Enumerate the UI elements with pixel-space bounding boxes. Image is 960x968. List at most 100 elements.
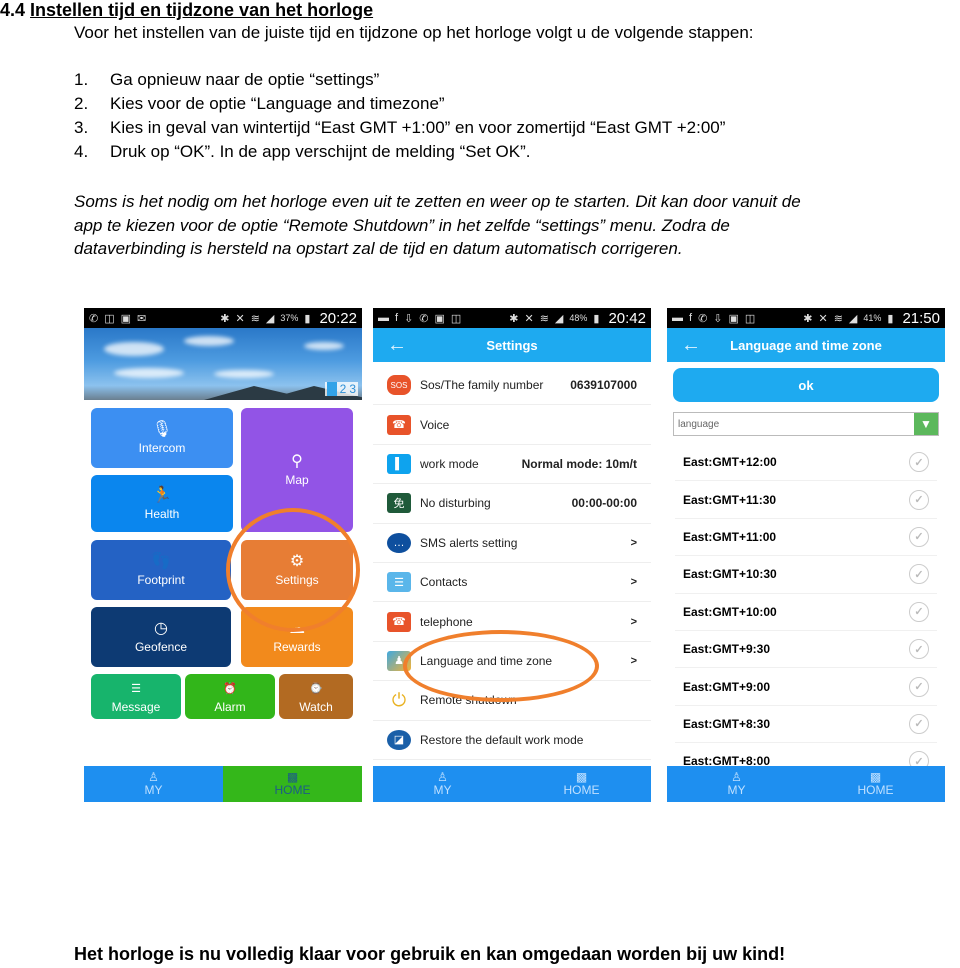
bottom-nav: ♙ MY ▩ HOME bbox=[373, 766, 651, 802]
camera-icon: ◫ bbox=[450, 312, 462, 325]
tile-message[interactable]: ☰ Message bbox=[91, 674, 181, 719]
home-icon: ▩ bbox=[869, 770, 882, 784]
whatsapp-icon: ✆ bbox=[698, 312, 708, 325]
section-number: 4.4 bbox=[0, 0, 26, 20]
step-item: 2. Kies voor de optie “Language and timez… bbox=[74, 94, 445, 113]
phone-screenshot-settings: ▬ f ⇩ ✆ ▣ ◫ ✱ ✕ ≋ ◢ 48% ▮ 20:42 ← Settings SOS Sos/T… bbox=[373, 308, 651, 802]
person-icon: ♙ bbox=[148, 770, 159, 784]
app-bar: ← Settings bbox=[373, 328, 651, 362]
alarm-clock-icon: ⏰ bbox=[223, 682, 237, 695]
voice-icon: ☎ bbox=[387, 414, 411, 435]
nav-my[interactable]: ♙ MY bbox=[373, 766, 512, 802]
timezone-option[interactable]: East:GMT+9:00 ✓ bbox=[675, 668, 937, 706]
runner-icon: 🏃 bbox=[152, 486, 172, 504]
settings-row-sos[interactable]: SOS Sos/The family number 0639107000 bbox=[373, 366, 651, 406]
tile-footprint[interactable]: 👣 Footprint bbox=[91, 540, 231, 600]
highlight-circle-language bbox=[403, 630, 599, 702]
check-circle-icon[interactable]: ✓ bbox=[909, 676, 929, 697]
check-circle-icon[interactable]: ✓ bbox=[909, 564, 929, 585]
chat-icon: ▬ bbox=[378, 311, 389, 324]
bluetooth-icon: ✱ bbox=[220, 312, 230, 325]
restore-icon: ◪ bbox=[387, 729, 411, 750]
phone-screenshot-language: ▬ f ✆ ⇩ ▣ ◫ ✱ ✕ ≋ ◢ 41% ▮ 21:50 ← Language and time… bbox=[667, 308, 945, 802]
dropdown-arrow-icon[interactable]: ▼ bbox=[914, 413, 938, 435]
watch-icon: ⌚ bbox=[309, 682, 323, 695]
back-arrow-icon[interactable]: ← bbox=[681, 334, 701, 357]
nav-home[interactable]: ▩ HOME bbox=[806, 766, 945, 802]
check-circle-icon[interactable]: ✓ bbox=[909, 601, 929, 622]
timezone-option[interactable]: East:GMT+9:30 ✓ bbox=[675, 631, 937, 669]
nav-home[interactable]: ▩ HOME bbox=[512, 766, 651, 802]
step-item: 4. Druk op “OK”. In de app verschijnt de … bbox=[74, 142, 531, 161]
gallery-icon: ▣ bbox=[120, 312, 132, 325]
bottom-nav: ♙ MY ▩ HOME bbox=[84, 766, 362, 802]
battery-icon: ▮ bbox=[887, 312, 894, 325]
power-icon: ⏻ bbox=[391, 689, 407, 710]
check-circle-icon[interactable]: ✓ bbox=[909, 489, 929, 510]
person-icon: ♙ bbox=[731, 770, 742, 784]
tile-health[interactable]: 🏃 Health bbox=[91, 475, 233, 532]
sos-icon: SOS bbox=[387, 375, 411, 396]
timezone-option[interactable]: East:GMT+11:30 ✓ bbox=[675, 481, 937, 519]
mute-icon: ✕ bbox=[818, 312, 828, 325]
settings-row-work-mode[interactable]: ▌ work mode Normal mode: 10m/t bbox=[373, 445, 651, 485]
bottom-nav: ♙ MY ▩ HOME bbox=[667, 766, 945, 802]
tile-geofence[interactable]: ◷ Geofence bbox=[91, 607, 231, 667]
settings-row-restore-default[interactable]: ◪ Restore the default work mode bbox=[373, 721, 651, 760]
check-circle-icon[interactable]: ✓ bbox=[909, 526, 929, 547]
settings-row-no-disturbing[interactable]: 免 No disturbing 00:00-00:00 bbox=[373, 484, 651, 524]
download-icon: ⇩ bbox=[713, 312, 723, 325]
nav-my[interactable]: ♙ MY bbox=[84, 766, 223, 802]
whatsapp-icon: ✆ bbox=[419, 312, 429, 325]
step-item: 1. Ga opnieuw naar de optie “settings” bbox=[74, 70, 380, 89]
wifi-icon: ≋ bbox=[833, 312, 843, 325]
app-bar-title: Language and time zone bbox=[730, 337, 882, 353]
settings-row-sms-alerts[interactable]: … SMS alerts setting > bbox=[373, 524, 651, 563]
check-circle-icon[interactable]: ✓ bbox=[909, 639, 929, 660]
signal-icon: ◢ bbox=[554, 312, 564, 325]
timezone-option[interactable]: East:GMT+10:00 ✓ bbox=[675, 594, 937, 631]
settings-row-contacts[interactable]: ☰ Contacts > bbox=[373, 563, 651, 603]
nav-home[interactable]: ▩ HOME bbox=[223, 766, 362, 802]
ok-button[interactable]: ok bbox=[673, 368, 939, 402]
banner-pager[interactable]: 1 2 3 bbox=[324, 382, 358, 396]
status-bar: ▬ f ✆ ⇩ ▣ ◫ ✱ ✕ ≋ ◢ 41% ▮ 21:50 bbox=[667, 308, 945, 328]
check-circle-icon[interactable]: ✓ bbox=[909, 452, 929, 473]
footprint-icon: 👣 bbox=[151, 553, 171, 570]
steps-list: 1. Ga opnieuw naar de optie “settings” 2.… bbox=[74, 70, 725, 166]
geofence-icon: ◷ bbox=[154, 620, 168, 637]
section-title: Instellen tijd en tijdzone van het horlo… bbox=[30, 0, 374, 20]
home-icon: ▩ bbox=[575, 770, 588, 784]
timezone-option[interactable]: East:GMT+10:30 ✓ bbox=[675, 556, 937, 594]
language-select[interactable]: language ▼ bbox=[673, 412, 939, 436]
tile-watch[interactable]: ⌚ Watch bbox=[279, 674, 353, 719]
status-bar: ✆ ◫ ▣ ✉ ✱ ✕ ≋ ◢ 37% ▮ 20:22 bbox=[84, 308, 362, 328]
wifi-icon: ≋ bbox=[539, 312, 549, 325]
gallery-icon: ▣ bbox=[434, 312, 445, 325]
check-circle-icon[interactable]: ✓ bbox=[909, 713, 929, 734]
timezone-option[interactable]: East:GMT+8:30 ✓ bbox=[675, 706, 937, 744]
facebook-icon: f bbox=[395, 311, 399, 324]
work-mode-icon: ▌ bbox=[387, 453, 411, 474]
camera-icon: ◫ bbox=[104, 312, 115, 325]
back-arrow-icon[interactable]: ← bbox=[387, 334, 407, 357]
wifi-icon: ≋ bbox=[250, 312, 260, 325]
battery-icon: ▮ bbox=[593, 312, 600, 325]
location-pin-icon: ⚲ bbox=[291, 453, 303, 470]
microphone-icon: 🎙 bbox=[151, 421, 173, 438]
step-item: 3. Kies in geval van wintertijd “East GMT… bbox=[74, 118, 726, 137]
nav-my[interactable]: ♙ MY bbox=[667, 766, 806, 802]
section-heading: 4.4 Instellen tijd en tijdzone van het h… bbox=[0, 0, 373, 21]
signal-icon: ◢ bbox=[848, 312, 858, 325]
settings-row-voice[interactable]: ☎ Voice bbox=[373, 405, 651, 445]
tile-intercom[interactable]: 🎙 Intercom bbox=[91, 408, 233, 468]
banner-image[interactable]: 1 2 3 bbox=[84, 328, 362, 400]
tile-alarm[interactable]: ⏰ Alarm bbox=[185, 674, 275, 719]
download-icon: ⇩ bbox=[404, 312, 414, 325]
contacts-icon: ☰ bbox=[387, 572, 411, 593]
message-icon: ☰ bbox=[131, 682, 141, 695]
timezone-option[interactable]: East:GMT+11:00 ✓ bbox=[675, 519, 937, 557]
mute-icon: ✕ bbox=[524, 312, 534, 325]
timezone-option[interactable]: East:GMT+12:00 ✓ bbox=[675, 444, 937, 482]
status-bar: ▬ f ⇩ ✆ ▣ ◫ ✱ ✕ ≋ ◢ 48% ▮ 20:42 bbox=[373, 308, 651, 328]
